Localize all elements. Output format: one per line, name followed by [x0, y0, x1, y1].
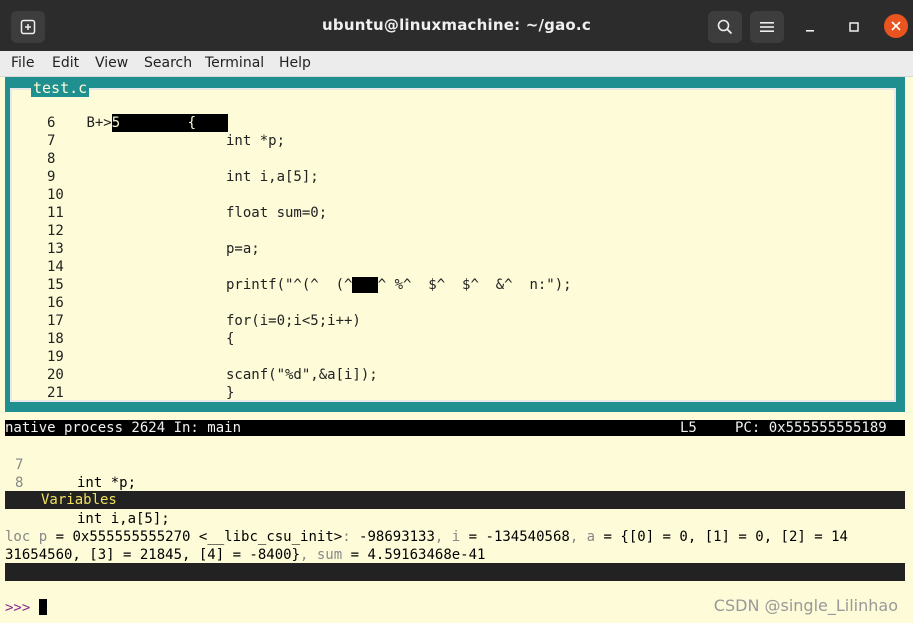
source-line: 12 — [12, 222, 882, 240]
source-line: 13 p=a; — [12, 240, 882, 258]
source-line: 9 int i,a[5]; — [12, 168, 882, 186]
line-number: 10 — [47, 187, 64, 203]
line-number: 12 — [47, 223, 64, 239]
source-line-current: B+>5 { — [19, 96, 889, 132]
source-line: 19 — [12, 348, 882, 366]
source-line: 16 — [12, 294, 882, 312]
source-line: 21} — [12, 384, 882, 402]
source-line: 6 — [12, 114, 882, 132]
var-name-a: a — [586, 529, 596, 545]
gdb-prompt: >>> — [5, 600, 31, 616]
source-line: 14 — [12, 258, 882, 276]
source-window: B+>5 { 6 7 int *p; 8 9 int i,a[5]; 10 11 float s… — [5, 77, 905, 412]
source-line: 18 { — [12, 330, 882, 348]
var-name-sum: sum — [316, 547, 343, 563]
variables-header: Variables — [5, 491, 905, 509]
var-name-i: i — [451, 529, 461, 545]
line-number: 14 — [47, 259, 64, 275]
process-info: native process 2624 In: main — [5, 420, 242, 436]
var-deref-p: -98693133 — [350, 529, 435, 545]
line-number: 17 — [47, 313, 64, 329]
search-button[interactable] — [708, 11, 742, 43]
line-number: 9 — [47, 169, 56, 185]
minimize-icon — [806, 30, 814, 32]
line-code: float sum=0; — [226, 205, 328, 221]
var-value-a-cont: 31654560, [3] = 21845, [4] = -8400} — [5, 547, 301, 563]
watermark: CSDN @single_Lilinhao — [713, 596, 898, 615]
line-number: 7 — [47, 133, 56, 149]
close-icon — [891, 21, 901, 31]
var-value-a: {[0] = 0, [1] = 0, [2] = 14 — [620, 529, 848, 545]
status-bar: native process 2624 In: main L5 PC: 0x55… — [5, 420, 905, 436]
close-button[interactable] — [884, 14, 908, 38]
source-line: 15 printf("^(^ (^ ^ %^ $^ $^ &^ n:"); — [12, 276, 882, 294]
line-number: 18 — [47, 331, 64, 347]
line-number: 6 — [47, 115, 56, 131]
source-file-title: test.c — [31, 79, 90, 97]
cmd-source-line: 7 int *p; — [5, 438, 136, 491]
line-number: 16 — [47, 295, 64, 311]
line-code: printf("^(^ (^ ^ %^ $^ $^ &^ n:"); — [226, 277, 572, 293]
maximize-button[interactable] — [841, 14, 867, 40]
terminal-area[interactable]: B+>5 { 6 7 int *p; 8 9 int i,a[5]; 10 11 float s… — [0, 77, 913, 623]
hamburger-icon — [760, 22, 774, 32]
line-number: 20 — [47, 367, 64, 383]
source-line: 10 — [12, 186, 882, 204]
menu-edit[interactable]: Edit — [52, 55, 79, 71]
variables-title: Variables — [41, 491, 117, 509]
variables-line: loc p = 0x555555555270 <__libc_csu_init>… — [5, 529, 848, 545]
variables-footer — [5, 563, 905, 581]
var-value-sum: 4.59163468e-41 — [367, 547, 486, 563]
var-value-i: -134540568 — [485, 529, 570, 545]
line-code: scanf("%d",&a[i]); — [226, 367, 378, 383]
menu-file[interactable]: File — [11, 55, 34, 71]
highlighted-text — [352, 277, 378, 293]
maximize-icon — [849, 22, 859, 32]
window-titlebar: ubuntu@linuxmachine: ~/gao.c — [0, 0, 913, 51]
line-number: 8 — [47, 151, 56, 167]
source-line: 17 for(i=0;i<5;i++) — [12, 312, 882, 330]
variables-line: 31654560, [3] = 21845, [4] = -8400}, sum… — [5, 547, 486, 563]
menu-view[interactable]: View — [95, 55, 128, 71]
line-number: 11 — [47, 205, 64, 221]
source-line: 7 int *p; — [12, 132, 882, 150]
var-value-p: 0x555555555270 <__libc_csu_init> — [72, 529, 343, 545]
cmd-source-line: 9 int i,a[5]; — [5, 474, 170, 527]
menu-help[interactable]: Help — [279, 55, 311, 71]
line-number: 19 — [47, 349, 64, 365]
source-pane: B+>5 { 6 7 int *p; 8 9 int i,a[5]; 10 11 float s… — [10, 88, 896, 402]
line-number: 13 — [47, 241, 64, 257]
menu-bar: File Edit View Search Terminal Help — [0, 51, 913, 77]
line-code: p=a; — [226, 241, 260, 257]
current-line-indicator: L5 — [680, 420, 697, 436]
cmd-source-line: 8 — [5, 456, 39, 491]
loc-label: loc — [5, 529, 31, 545]
line-code: int *p; — [77, 475, 137, 491]
hamburger-menu-button[interactable] — [750, 11, 784, 43]
var-name-p: p — [38, 529, 48, 545]
line-code: int i,a[5]; — [226, 169, 319, 185]
line-number: 15 — [47, 277, 64, 293]
source-line: 8 — [12, 150, 882, 168]
minimize-button[interactable] — [797, 14, 823, 40]
source-line: 20 scanf("%d",&a[i]); — [12, 366, 882, 384]
line-code: { — [226, 331, 235, 347]
line-code: } — [226, 385, 235, 401]
menu-search[interactable]: Search — [144, 55, 192, 71]
source-line: 11 float sum=0; — [12, 204, 882, 222]
gdb-prompt-line[interactable]: >>> — [5, 599, 47, 617]
text-cursor — [38, 599, 47, 615]
line-number: 21 — [47, 385, 64, 401]
line-code: int *p; — [226, 133, 286, 149]
line-code: int i,a[5]; — [77, 511, 170, 527]
program-counter: PC: 0x555555555189 — [735, 420, 887, 436]
menu-terminal[interactable]: Terminal — [205, 55, 264, 71]
line-code: for(i=0;i<5;i++) — [226, 313, 361, 329]
search-icon — [717, 19, 733, 35]
